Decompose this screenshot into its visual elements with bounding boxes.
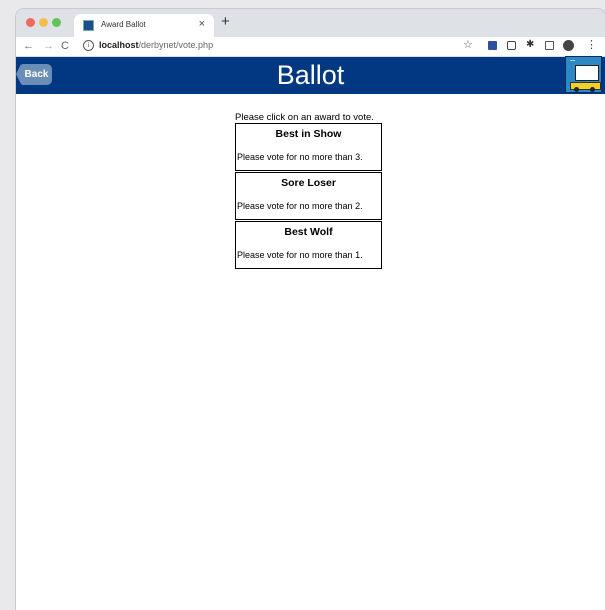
browser-toolbar: ← → C i localhost/derbynet/vote.php ☆ ✱ … — [16, 37, 605, 57]
extension-icon[interactable] — [507, 41, 516, 50]
back-button[interactable]: Back — [16, 64, 52, 85]
award-name: Best in Show — [275, 128, 342, 140]
reload-icon[interactable]: C — [61, 39, 69, 53]
award-vote-limit: Please vote for no more than 3. — [237, 152, 363, 162]
award-name: Best Wolf — [284, 226, 333, 238]
award-best-in-show[interactable]: Best in Show Please vote for no more tha… — [235, 123, 382, 171]
browser-window: Award Ballot × + ← → C i localhost/derby… — [16, 9, 605, 610]
tab-award-ballot[interactable]: Award Ballot × — [74, 14, 214, 37]
tab-strip: Award Ballot × + — [16, 9, 605, 37]
derbynet-logo[interactable]: ⌔ — [565, 56, 602, 93]
award-vote-limit: Please vote for no more than 1. — [237, 250, 363, 260]
minimize-window-button[interactable] — [39, 18, 48, 27]
forward-arrow-icon[interactable]: → — [43, 39, 54, 53]
maximize-window-button[interactable] — [52, 18, 61, 27]
tab-title: Award Ballot — [101, 20, 146, 29]
page-banner: Ballot Back ⌔ — [16, 56, 605, 94]
address-bar[interactable]: i localhost/derbynet/vote.php — [78, 39, 490, 53]
info-icon[interactable]: i — [83, 40, 94, 51]
back-arrow-icon[interactable]: ← — [23, 39, 34, 53]
browser-menu-icon[interactable]: ⋮ — [586, 39, 597, 52]
puzzle-extensions-icon[interactable]: ✱ — [526, 40, 535, 50]
award-best-wolf[interactable]: Best Wolf Please vote for no more than 1… — [235, 221, 382, 269]
award-vote-limit: Please vote for no more than 2. — [237, 201, 363, 211]
new-tab-button[interactable]: + — [221, 14, 230, 30]
wheel-icon — [590, 87, 595, 92]
instructions-text: Please click on an award to vote. — [235, 112, 374, 123]
extension-icon[interactable] — [488, 41, 497, 50]
award-sore-loser[interactable]: Sore Loser Please vote for no more than … — [235, 172, 382, 220]
url-text[interactable]: localhost/derbynet/vote.php — [99, 40, 213, 50]
cast-icon[interactable] — [545, 41, 554, 50]
page-title: Ballot — [276, 60, 345, 90]
ballot-content: Please click on an award to vote. Best i… — [16, 94, 605, 610]
wheel-icon — [574, 87, 579, 92]
award-name: Sore Loser — [281, 177, 336, 189]
close-tab-icon[interactable]: × — [199, 18, 205, 30]
close-window-button[interactable] — [26, 18, 35, 27]
profile-avatar-icon[interactable] — [563, 40, 574, 51]
favicon-icon — [83, 20, 94, 31]
monitor-icon — [575, 65, 599, 81]
bookmark-star-icon[interactable]: ☆ — [463, 39, 473, 51]
